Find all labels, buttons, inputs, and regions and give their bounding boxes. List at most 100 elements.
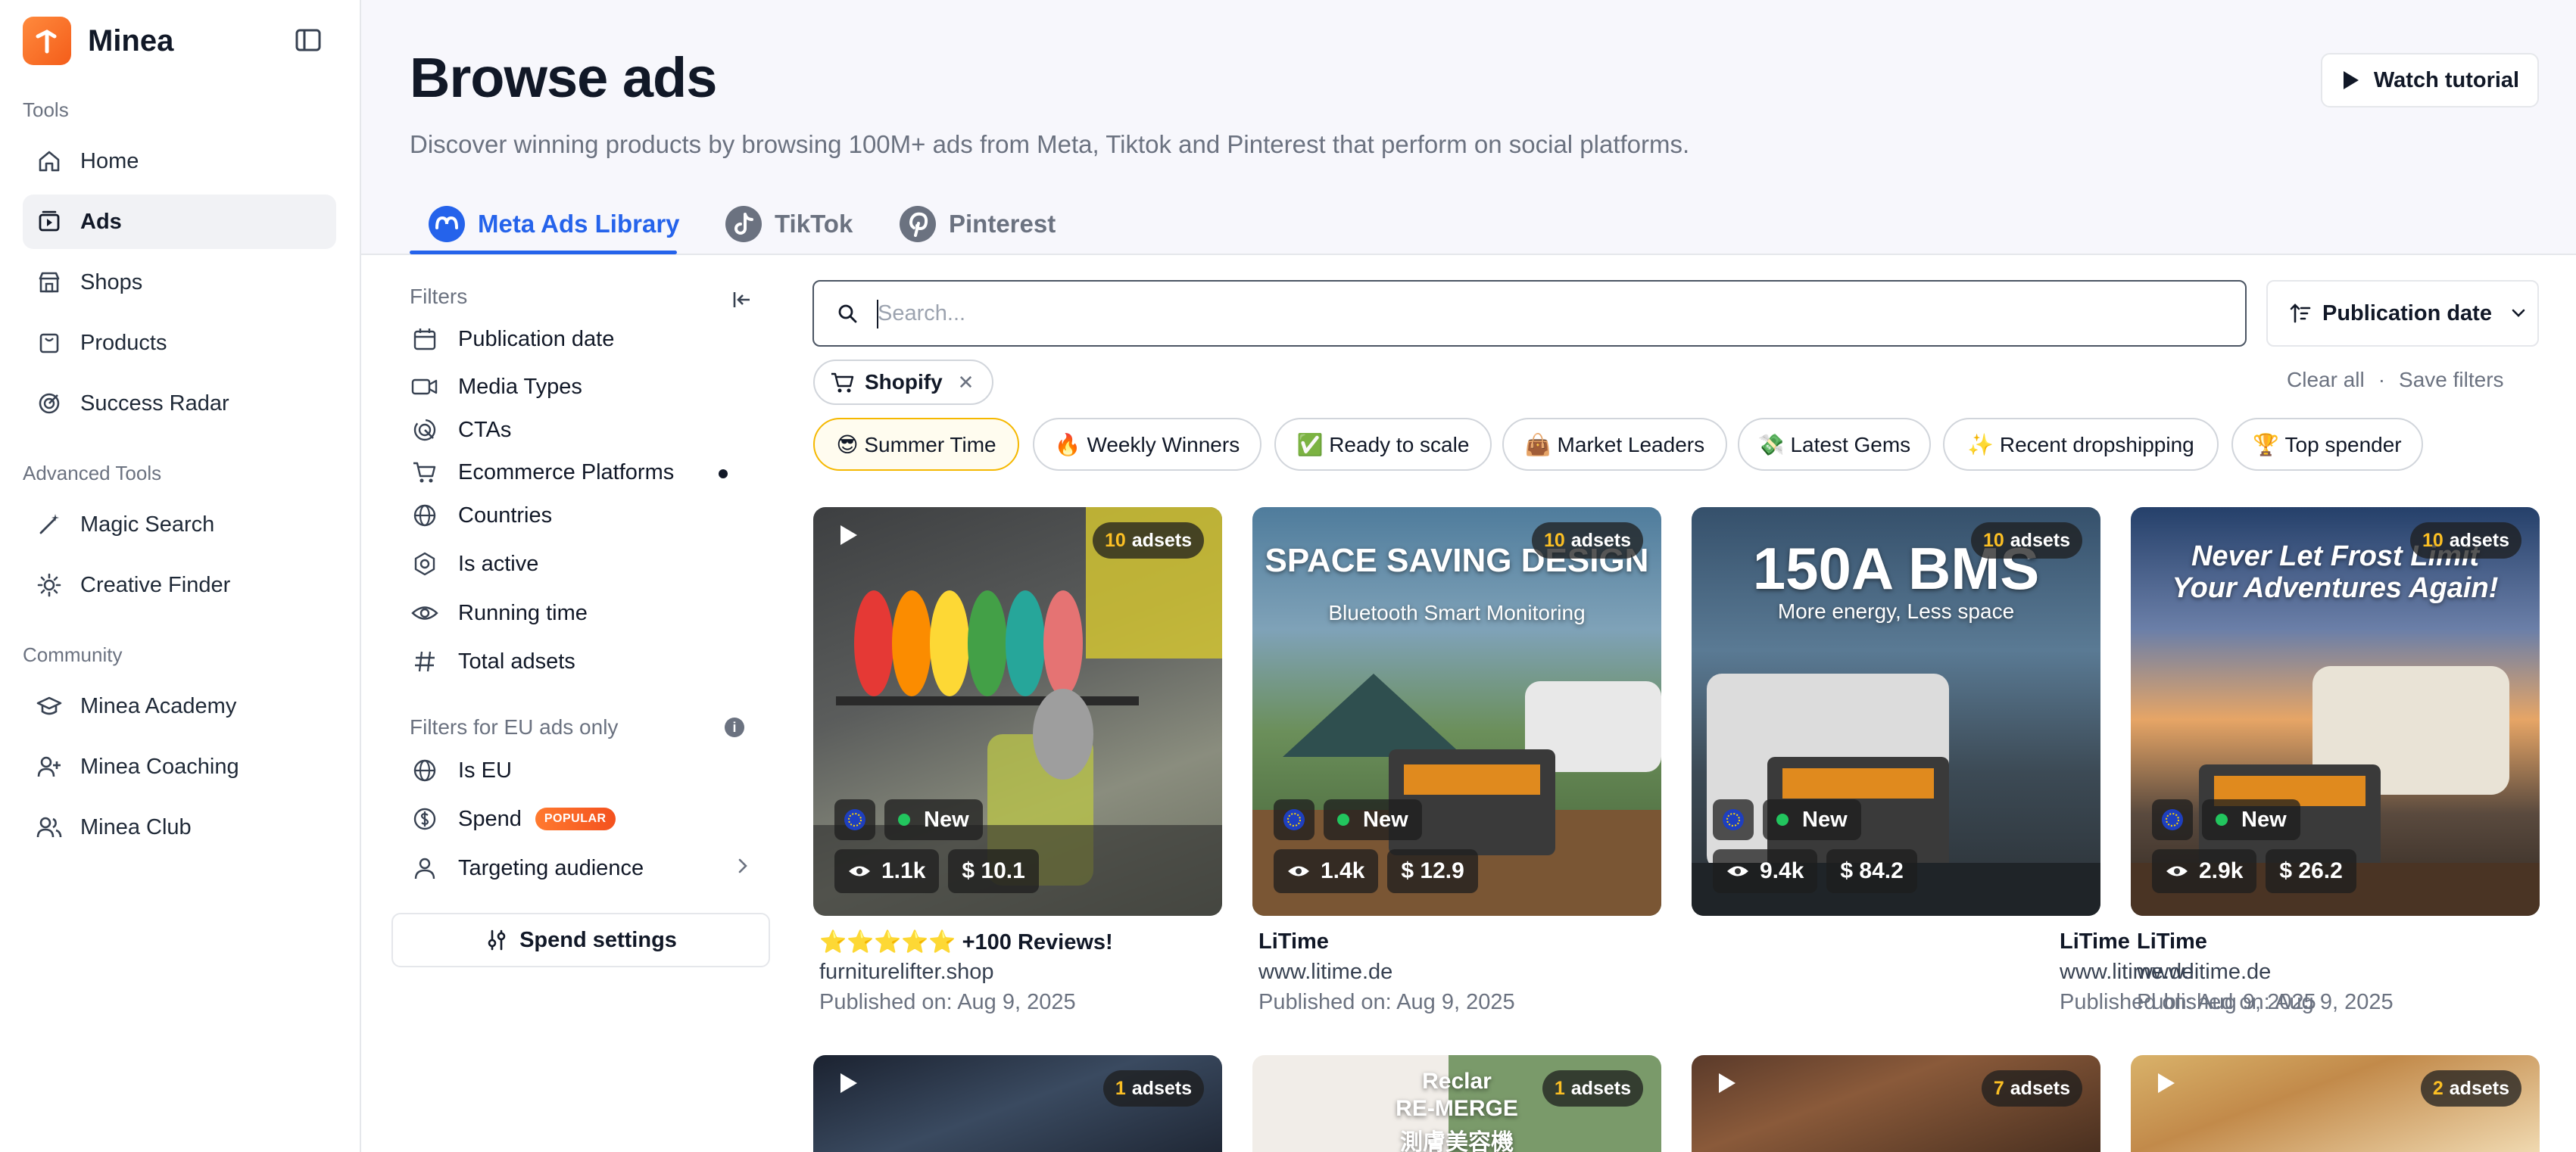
sidebar-item-products[interactable]: Products [23, 316, 336, 370]
video-play-icon [2152, 1070, 2178, 1096]
user-icon [410, 853, 440, 883]
ad-title: ⭐⭐⭐⭐⭐ +100 Reviews! [819, 930, 1113, 954]
tab-tiktok[interactable]: TikTok [725, 193, 853, 255]
filters-title: Filters [410, 285, 468, 308]
sort-dropdown[interactable]: Publication date [2266, 280, 2539, 347]
spend-stat: $ 10.1 [948, 849, 1039, 893]
filter-publication-date[interactable]: Publication date [410, 319, 614, 359]
adsets-badge: 1 adsets [1102, 1070, 1204, 1107]
user-plus-icon [33, 751, 65, 783]
preset-summer-time[interactable]: 😎 Summer Time [813, 418, 1019, 471]
ad-published-date: Published on: Aug 9, 2025 [1258, 990, 1515, 1014]
ad-domain[interactable]: www.litime.de [2137, 960, 2271, 985]
users-icon [33, 811, 65, 843]
ad-card[interactable]: 7 adsets [1692, 1055, 2100, 1152]
adsets-badge: 10 adsets [1970, 522, 2082, 559]
new-badge: New [2202, 799, 2300, 840]
eye-icon [848, 863, 871, 880]
pinterest-icon [899, 205, 937, 243]
new-badge: New [1324, 799, 1422, 840]
active-filter-indicator [719, 469, 728, 478]
filter-actions: Clear all · Save filters [2287, 368, 2504, 392]
preset-latest-gems[interactable]: 💸 Latest Gems [1738, 418, 1931, 471]
filter-total-adsets[interactable]: Total adsets [410, 642, 575, 681]
sidebar-item-minea-club[interactable]: Minea Club [23, 800, 336, 855]
spend-stat: $ 26.2 [2266, 849, 2356, 893]
preset-weekly-winners[interactable]: 🔥 Weekly Winners [1033, 418, 1261, 471]
info-icon[interactable]: i [725, 718, 744, 737]
page-title: Browse ads [410, 46, 717, 109]
page-subtitle: Discover winning products by browsing 10… [410, 130, 1690, 158]
header [361, 0, 2576, 255]
spend-stat: $ 12.9 [1387, 849, 1478, 893]
search-input[interactable] [878, 300, 2165, 326]
remove-chip-icon[interactable]: ✕ [958, 371, 975, 394]
clear-all-link[interactable]: Clear all [2287, 368, 2365, 392]
ad-card[interactable]: 150A BMS More energy, Less space 10 adset… [1692, 507, 2100, 916]
ad-card[interactable]: 2 adsets [2131, 1055, 2540, 1152]
new-badge: New [1763, 799, 1861, 840]
preset-top-spender[interactable]: 🏆 Top spender [2231, 418, 2423, 471]
filter-ctas[interactable]: CTAs [410, 410, 511, 450]
ad-domain[interactable]: furniturelifter.shop [819, 960, 994, 985]
sort-icon [2289, 302, 2312, 325]
spend-settings-button[interactable]: Spend settings [391, 913, 770, 967]
ad-card[interactable]: Reclar RE-MERGE 測膚美容機 1 adsets [1252, 1055, 1661, 1152]
video-icon [410, 372, 440, 402]
filter-ecommerce-platforms[interactable]: Ecommerce Platforms [410, 453, 674, 492]
sidebar-item-minea-coaching[interactable]: Minea Coaching [23, 739, 336, 794]
filter-countries[interactable]: Countries [410, 496, 552, 535]
filter-spend[interactable]: Spend POPULAR [410, 799, 616, 839]
views-stat: 1.1k [834, 849, 940, 893]
sidebar-toggle-icon[interactable] [292, 24, 324, 56]
eu-flag-icon [834, 799, 875, 840]
collapse-filters-icon[interactable] [730, 288, 754, 312]
filter-media-types[interactable]: Media Types [410, 367, 582, 406]
sidebar-item-success-radar[interactable]: Success Radar [23, 376, 336, 431]
adsets-badge: 10 adsets [2409, 522, 2521, 559]
save-filters-link[interactable]: Save filters [2399, 368, 2504, 392]
video-play-icon [834, 1070, 860, 1096]
minea-logo-icon [23, 17, 71, 65]
ad-card[interactable]: 10 adsets New 1.1k $ 10.1 [813, 507, 1222, 916]
video-play-icon [1713, 1070, 1739, 1096]
ad-published-date: Published on: Aug 9, 2025 [819, 990, 1076, 1014]
sidebar-item-shops[interactable]: Shops [23, 255, 336, 310]
cart-icon [830, 370, 856, 394]
tab-meta-ads-library[interactable]: Meta Ads Library [428, 193, 680, 255]
filter-is-active[interactable]: Is active [410, 544, 538, 584]
filter-is-eu[interactable]: Is EU [410, 751, 512, 790]
views-stat: 9.4k [1713, 849, 1818, 893]
active-filter-chip-shopify[interactable]: Shopify ✕ [813, 360, 993, 405]
preset-market-leaders[interactable]: 👜 Market Leaders [1502, 418, 1727, 471]
ad-card[interactable]: Never Let Frost Limit Your Adventures Ag… [2131, 507, 2540, 916]
shop-icon [33, 266, 65, 298]
tab-pinterest[interactable]: Pinterest [899, 193, 1056, 255]
search-icon [837, 303, 858, 324]
eu-flag-icon [2152, 799, 2193, 840]
adsets-badge: 2 adsets [2420, 1070, 2521, 1107]
ad-domain[interactable]: www.litime.de [1258, 960, 1392, 985]
dollar-icon [410, 804, 440, 834]
video-play-icon [834, 522, 860, 548]
sidebar-item-ads[interactable]: Ads [23, 195, 336, 249]
filter-targeting-audience[interactable]: Targeting audience [410, 848, 644, 888]
chevron-down-icon [2509, 304, 2528, 323]
ad-card[interactable]: SPACE SAVING DESIGN Bluetooth Smart Moni… [1252, 507, 1661, 916]
chevron-right-icon[interactable] [732, 855, 753, 876]
ads-icon [33, 206, 65, 238]
cursor-click-icon [410, 415, 440, 445]
sidebar-item-magic-search[interactable]: Magic Search [23, 497, 336, 552]
sidebar-item-creative-finder[interactable]: Creative Finder [23, 558, 336, 612]
search-box[interactable] [812, 280, 2247, 347]
ad-card[interactable]: 1 adsets [813, 1055, 1222, 1152]
preset-ready-to-scale[interactable]: ✅ Ready to scale [1274, 418, 1492, 471]
ad-published-date: Published on: Aug 9, 2025 [2137, 990, 2394, 1014]
magic-wand-icon [33, 509, 65, 540]
filter-running-time[interactable]: Running time [410, 593, 588, 633]
watch-tutorial-button[interactable]: Watch tutorial [2321, 53, 2539, 107]
sidebar-item-minea-academy[interactable]: Minea Academy [23, 679, 336, 733]
preset-recent-dropshipping[interactable]: ✨ Recent dropshipping [1943, 418, 2219, 471]
sidebar-item-home[interactable]: Home [23, 134, 336, 188]
brand[interactable]: Minea [23, 17, 173, 65]
